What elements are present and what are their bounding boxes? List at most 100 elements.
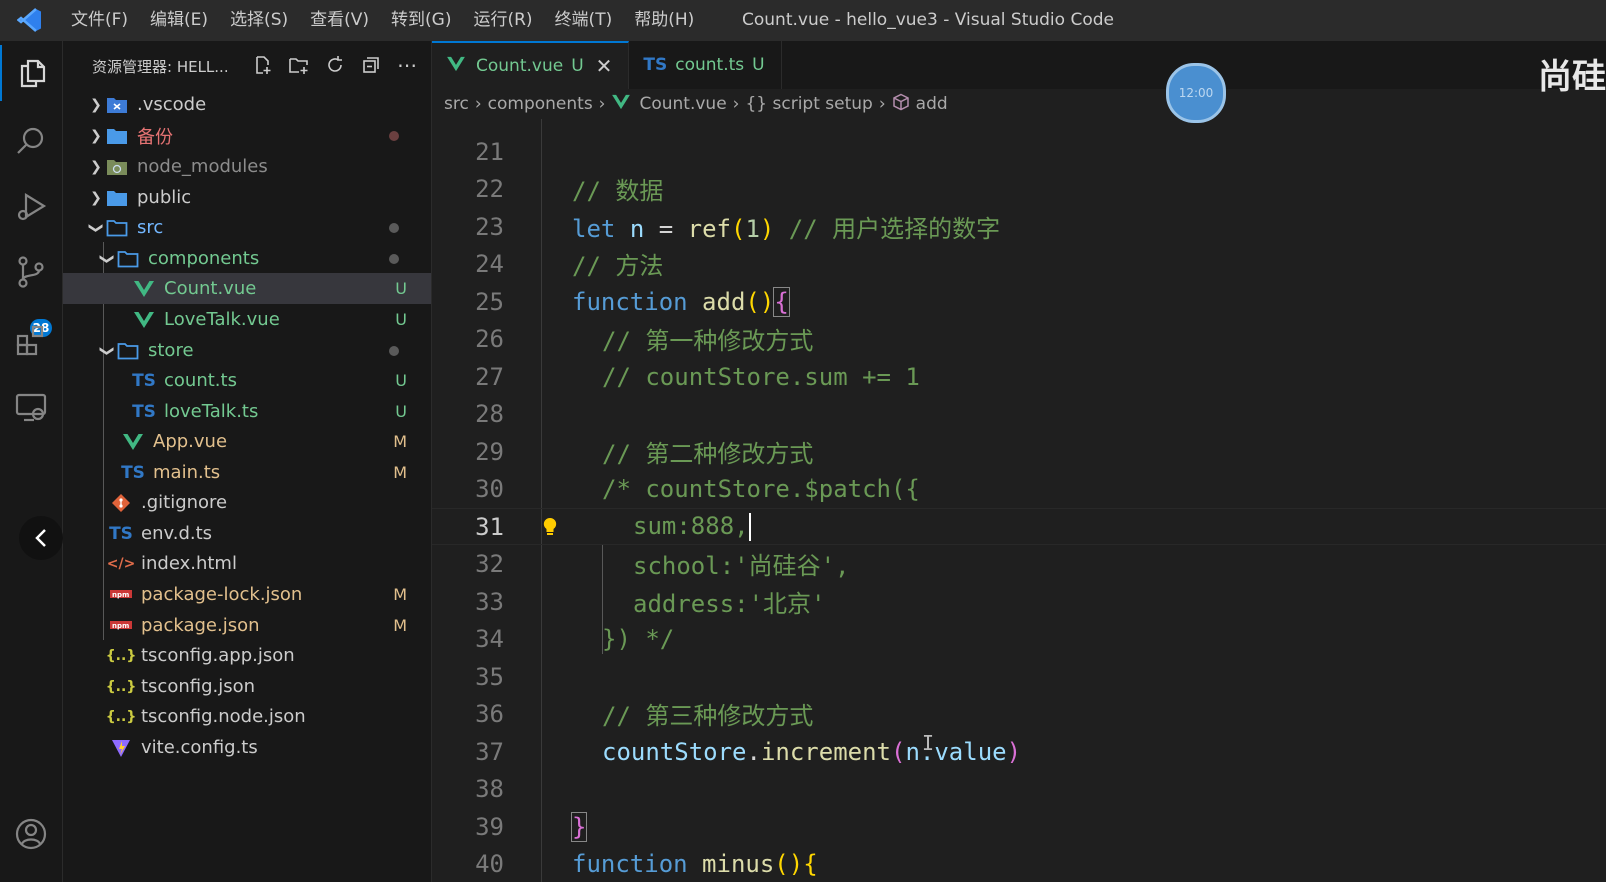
- tree-item-index-html[interactable]: </> index.html: [63, 548, 431, 579]
- refresh-icon[interactable]: [323, 53, 347, 77]
- tree-item-count-ts[interactable]: TS count.ts U: [63, 365, 431, 396]
- chevron-right-icon: ›: [732, 94, 740, 114]
- node-folder-icon: [105, 156, 129, 178]
- breadcrumb-components[interactable]: components: [488, 94, 593, 114]
- tree-item-env-d-ts[interactable]: TS env.d.ts: [63, 518, 431, 549]
- npm-file-icon: npm: [109, 615, 133, 637]
- mouse-ibeam-icon: I: [922, 731, 935, 755]
- collapse-folders-icon[interactable]: [359, 53, 383, 77]
- activity-bar: 28: [0, 41, 63, 882]
- menu-go[interactable]: 转到(G): [380, 0, 462, 40]
- tab-bar: Count.vue U ✕ TS count.ts U 尚硅: [432, 41, 1606, 97]
- json-file-icon: {..}: [105, 708, 137, 725]
- git-status-modified: M: [393, 463, 407, 482]
- vue-file-icon: [132, 278, 156, 300]
- modified-dot: [389, 345, 399, 356]
- tree-item-gitignore[interactable]: .gitignore: [63, 487, 431, 518]
- chevron-down-icon: ❯: [99, 344, 115, 357]
- explorer-header: 资源管理器: HELL... ⋯: [63, 41, 431, 91]
- code-line: 37 countStore.increment(n.value): [475, 737, 1022, 766]
- folder-open-icon: [105, 217, 129, 239]
- tree-item-node-modules[interactable]: ❯ node_modules: [63, 151, 431, 182]
- cube-icon: [892, 93, 910, 116]
- tree-item-tsconfig-app-json[interactable]: {..} tsconfig.app.json: [63, 640, 431, 671]
- explorer-icon[interactable]: [0, 45, 64, 101]
- account-icon[interactable]: [0, 806, 62, 862]
- tree-item-vscode[interactable]: ❯ .vscode: [63, 89, 431, 120]
- folder-open-icon: [116, 340, 140, 362]
- code-line: 34}) */: [475, 624, 675, 653]
- code-line: 23 let n = ref(1) // 用户选择的数字: [475, 212, 1001, 244]
- menu-bar: 文件(F) 编辑(E) 选择(S) 查看(V) 转到(G) 运行(R) 终端(T…: [60, 0, 705, 40]
- tree-item-tsconfig-json[interactable]: {..} tsconfig.json: [63, 671, 431, 702]
- breadcrumb-script-setup[interactable]: {} script setup: [745, 94, 872, 114]
- vue-file-icon: [121, 431, 145, 453]
- code-line-current: 31 sum:888,: [432, 508, 1606, 545]
- tree-item-src[interactable]: ❯ src: [63, 212, 431, 243]
- collapse-panel-button[interactable]: [19, 516, 63, 560]
- code-line: 22// 数据: [475, 174, 664, 206]
- title-bar: 文件(F) 编辑(E) 选择(S) 查看(V) 转到(G) 运行(R) 终端(T…: [0, 0, 1606, 41]
- tab-count-vue[interactable]: Count.vue U ✕: [432, 41, 630, 89]
- menu-help[interactable]: 帮助(H): [623, 0, 705, 40]
- more-actions-icon[interactable]: ⋯: [395, 53, 419, 77]
- menu-file[interactable]: 文件(F): [60, 0, 139, 40]
- close-icon[interactable]: ✕: [596, 54, 613, 78]
- tree-item-tsconfig-node-json[interactable]: {..} tsconfig.node.json: [63, 701, 431, 732]
- code-line: 21: [475, 137, 504, 166]
- menu-terminal[interactable]: 终端(T): [544, 0, 624, 40]
- vscode-logo-icon: [0, 0, 60, 40]
- git-status-modified: M: [393, 616, 407, 635]
- tree-item-components[interactable]: ❯ components: [63, 243, 431, 274]
- breadcrumb-src[interactable]: src: [444, 94, 469, 114]
- ts-file-icon: TS: [643, 55, 668, 75]
- search-icon[interactable]: [0, 113, 62, 169]
- tree-item-public[interactable]: ❯ public: [63, 182, 431, 213]
- lightbulb-icon[interactable]: [542, 515, 558, 543]
- code-line: 36// 第三种修改方式: [475, 699, 814, 731]
- npm-file-icon: npm: [109, 584, 133, 606]
- vue-file-icon: [132, 309, 156, 331]
- chevron-right-icon: ›: [878, 94, 886, 114]
- tree-item-package-json[interactable]: npm package.json M: [63, 610, 431, 641]
- new-folder-icon[interactable]: [287, 53, 311, 77]
- extensions-icon[interactable]: [0, 311, 62, 367]
- menu-run[interactable]: 运行(R): [462, 0, 543, 40]
- tree-item-app-vue[interactable]: App.vue M: [63, 426, 431, 457]
- git-status-untracked: U: [395, 371, 407, 390]
- tree-item-lovetalk-vue[interactable]: LoveTalk.vue U: [63, 304, 431, 335]
- tree-item-package-lock-json[interactable]: npm package-lock.json M: [63, 579, 431, 610]
- breadcrumb-count-vue[interactable]: Count.vue: [639, 94, 726, 114]
- tree-item-backup[interactable]: ❯ 备份: [63, 120, 431, 151]
- tree-item-main-ts[interactable]: TS main.ts M: [63, 457, 431, 488]
- modified-dot: [389, 222, 399, 233]
- window-title: Count.vue - hello_vue3 - Visual Studio C…: [742, 10, 1114, 30]
- new-file-icon[interactable]: [251, 53, 275, 77]
- tab-count-ts[interactable]: TS count.ts U: [629, 41, 782, 89]
- vite-file-icon: [109, 737, 133, 759]
- source-control-icon[interactable]: [0, 244, 62, 300]
- code-line: 28: [475, 399, 504, 428]
- json-file-icon: {..}: [105, 678, 137, 695]
- breadcrumb-add[interactable]: add: [916, 94, 948, 114]
- chevron-right-icon: ❯: [90, 96, 102, 113]
- menu-view[interactable]: 查看(V): [299, 0, 380, 40]
- tree-item-lovetalk-ts[interactable]: TS loveTalk.ts U: [63, 396, 431, 427]
- run-debug-icon[interactable]: [0, 179, 62, 235]
- menu-selection[interactable]: 选择(S): [219, 0, 299, 40]
- code-line: 35: [475, 662, 504, 691]
- modified-dot: [389, 130, 399, 141]
- git-status-untracked: U: [395, 402, 407, 421]
- remote-explorer-icon[interactable]: [0, 379, 62, 435]
- chevron-down-icon: ❯: [88, 221, 104, 234]
- chevron-right-icon: ❯: [90, 158, 102, 175]
- git-status-modified: M: [393, 432, 407, 451]
- menu-edit[interactable]: 编辑(E): [139, 0, 219, 40]
- tree-item-vite-config-ts[interactable]: vite.config.ts: [63, 732, 431, 763]
- git-file-icon: [109, 492, 133, 514]
- code-line: 39}: [475, 811, 588, 842]
- tree-item-count-vue[interactable]: Count.vue U: [63, 273, 431, 304]
- tree-item-store[interactable]: ❯ store: [63, 335, 431, 366]
- code-editor[interactable]: 21 22// 数据 23 let n = ref(1) // 用户选择的数字 …: [432, 119, 1606, 882]
- code-line: 24// 方法: [475, 249, 664, 281]
